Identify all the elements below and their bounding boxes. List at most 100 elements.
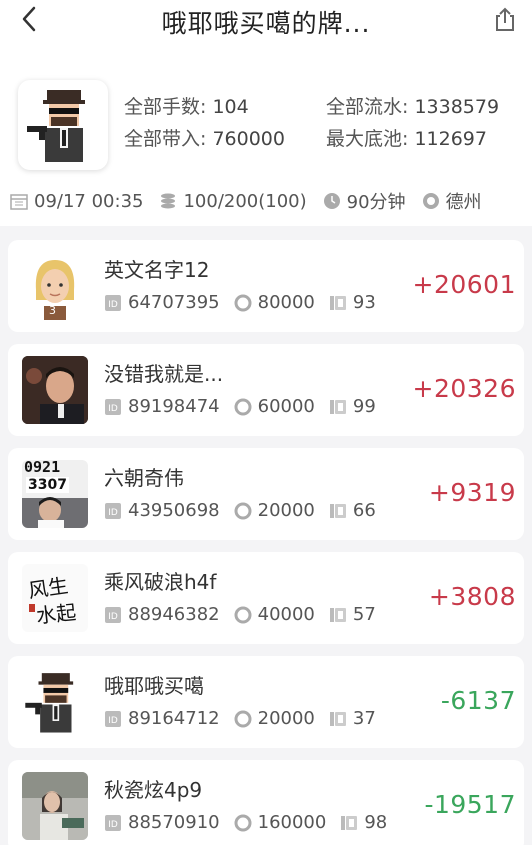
- player-name: 英文名字12: [104, 258, 210, 282]
- player-hands-value: 99: [352, 396, 376, 417]
- max-pot-stat: 最大底池: 112697: [326, 124, 487, 151]
- player-buyin: 60000: [234, 396, 315, 417]
- player-hands-value: 57: [352, 604, 376, 625]
- calligraphy-line2: 水起: [35, 599, 78, 629]
- player-hands: 99: [329, 396, 376, 417]
- max-pot-value: 112697: [414, 128, 487, 150]
- cards-icon: [329, 399, 346, 414]
- player-id-value: 64707395: [128, 292, 220, 313]
- player-id: ID 88946382: [104, 604, 220, 625]
- player-score: +20601: [412, 270, 516, 299]
- boy-photo-icon: [22, 497, 88, 528]
- total-buyin-value: 760000: [212, 128, 285, 150]
- player-buyin-value: 160000: [257, 812, 327, 833]
- meta-game-type: 德州: [422, 188, 482, 214]
- game-type-text: 德州: [445, 192, 482, 213]
- player-id: ID 64707395: [104, 292, 220, 313]
- player-name: 乘风破浪h4f: [104, 570, 217, 594]
- player-id: ID 88570910: [104, 812, 220, 833]
- gangster-avatar-icon: [25, 673, 74, 733]
- player-buyin-value: 20000: [257, 500, 315, 521]
- gangster-avatar-icon: [27, 90, 85, 162]
- cards-icon: [329, 503, 346, 518]
- player-avatar: [22, 772, 88, 840]
- player-card[interactable]: 3 英文名字12 ID 64707395 80000 93 +20601: [8, 240, 524, 332]
- svg-text:ID: ID: [108, 716, 118, 726]
- svg-text:ID: ID: [108, 300, 118, 310]
- player-hands-value: 98: [364, 812, 388, 833]
- session-meta-row: 09/17 00:35 100/200(100) 90分钟 德州: [0, 184, 532, 218]
- blinds-text: 100/200(100): [183, 190, 307, 212]
- player-score: +20326: [412, 374, 516, 403]
- player-stats: ID 88570910 160000 98: [104, 812, 401, 833]
- player-avatar: 3: [22, 252, 88, 320]
- player-hands-value: 66: [352, 500, 376, 521]
- player-name: 没错我就是...: [104, 362, 224, 386]
- player-buyin-value: 60000: [257, 396, 315, 417]
- player-card[interactable]: 风生 水起 乘风破浪h4f ID 88946382 40000 57 +3808: [8, 552, 524, 644]
- player-id-value: 89198474: [128, 396, 220, 417]
- player-name: 哦耶哦买噶: [104, 674, 204, 698]
- max-pot-label: 最大底池:: [326, 128, 409, 150]
- total-flow-label: 全部流水:: [326, 96, 409, 118]
- player-score: +9319: [428, 478, 516, 507]
- ring-icon: [234, 606, 252, 623]
- player-card[interactable]: 没错我就是... ID 89198474 60000 99 +20326: [8, 344, 524, 436]
- chevron-left-icon: [22, 6, 36, 32]
- page-title: 哦耶哦买噶的牌...: [161, 9, 371, 38]
- player-card[interactable]: 秋瓷炫4p9 ID 88570910 160000 98 -19517: [8, 760, 524, 845]
- back-button[interactable]: [14, 4, 44, 34]
- chips-stack-icon: [161, 193, 176, 209]
- player-id-value: 43950698: [128, 500, 220, 521]
- total-hands-value: 104: [212, 96, 249, 118]
- player-card[interactable]: 0921 3307 六朝奇伟 ID 43950698 20000 66 +931…: [8, 448, 524, 540]
- player-buyin: 20000: [234, 708, 315, 729]
- ring-icon: [234, 502, 252, 519]
- player-hands: 98: [340, 812, 387, 833]
- player-list: 3 英文名字12 ID 64707395 80000 93 +20601 没错我…: [0, 226, 532, 845]
- cards-icon: [329, 295, 346, 310]
- player-score: -6137: [440, 686, 516, 715]
- duration-text: 90分钟: [346, 192, 406, 213]
- player-buyin: 40000: [234, 604, 315, 625]
- player-avatar: 风生 水起: [22, 564, 88, 632]
- player-buyin-value: 40000: [257, 604, 315, 625]
- id-icon: ID: [105, 814, 121, 831]
- id-icon: ID: [105, 606, 121, 623]
- total-buyin-stat: 全部带入: 760000: [124, 124, 285, 151]
- svg-text:ID: ID: [108, 508, 118, 518]
- seal-stamp-icon: [29, 604, 35, 612]
- photo-man-avatar-icon: [22, 356, 88, 424]
- header-bar: 哦耶哦买噶的牌...: [0, 0, 532, 56]
- meta-duration: 90分钟: [323, 188, 406, 214]
- player-buyin-value: 20000: [257, 708, 315, 729]
- ring-icon: [234, 710, 252, 727]
- player-stats: ID 43950698 20000 66: [104, 500, 390, 521]
- meta-blinds: 100/200(100): [159, 190, 307, 212]
- player-score: +3808: [428, 582, 516, 611]
- share-button[interactable]: [492, 6, 518, 32]
- svg-text:ID: ID: [108, 404, 118, 414]
- cards-icon: [341, 815, 358, 830]
- svg-text:ID: ID: [108, 612, 118, 622]
- player-card[interactable]: 哦耶哦买噶 ID 89164712 20000 37 -6137: [8, 656, 524, 748]
- player-score: -19517: [424, 790, 516, 819]
- player-id-value: 88570910: [128, 812, 220, 833]
- datetime-text: 09/17 00:35: [34, 190, 144, 212]
- player-name: 六朝奇伟: [104, 466, 184, 490]
- player-hands: 66: [329, 500, 376, 521]
- player-stats: ID 64707395 80000 93: [104, 292, 390, 313]
- player-id-value: 88946382: [128, 604, 220, 625]
- share-icon: [496, 7, 514, 31]
- player-buyin: 160000: [234, 812, 327, 833]
- calendar-icon: [10, 194, 28, 210]
- player-buyin: 20000: [234, 500, 315, 521]
- player-avatar: 0921 3307: [22, 460, 88, 528]
- player-stats: ID 89198474 60000 99: [104, 396, 390, 417]
- total-flow-stat: 全部流水: 1338579: [326, 92, 499, 119]
- player-id-value: 89164712: [128, 708, 220, 729]
- id-icon: ID: [105, 398, 121, 415]
- player-buyin: 80000: [234, 292, 315, 313]
- player-id: ID 43950698: [104, 500, 220, 521]
- photo-woman-avatar-icon: [22, 772, 88, 840]
